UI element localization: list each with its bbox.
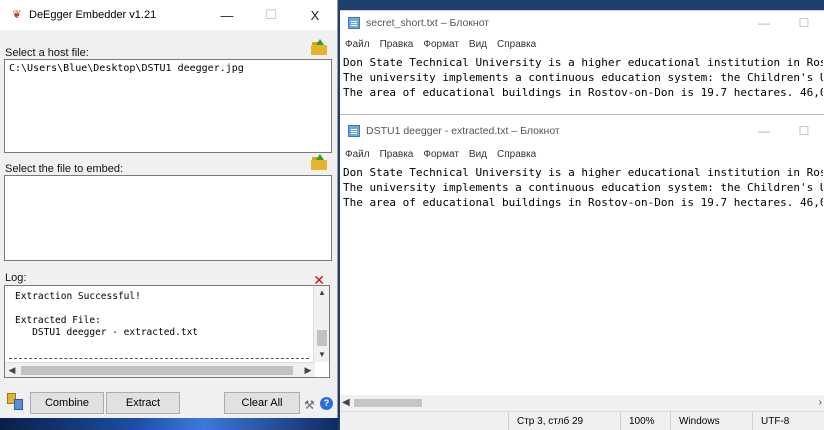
text-line: The area of educational buildings in Ros…: [343, 196, 823, 209]
scroll-up-icon[interactable]: ▲: [314, 286, 329, 300]
menu-edit[interactable]: Правка: [379, 149, 415, 160]
text-line: Don State Technical University is a high…: [343, 166, 823, 179]
open-folder-icon[interactable]: [311, 39, 327, 55]
log-label: Log:: [5, 272, 27, 284]
window-controls: — ☐ X: [205, 0, 337, 30]
scroll-thumb[interactable]: [21, 366, 293, 375]
menu-format[interactable]: Формат: [422, 149, 460, 160]
menu-file[interactable]: Файл: [344, 149, 371, 160]
menu-format[interactable]: Формат: [422, 39, 460, 50]
close-button[interactable]: X: [293, 0, 337, 30]
scroll-down-icon[interactable]: ▼: [314, 348, 329, 362]
notepad-titlebar: secret_short.txt – Блокнот — ☐: [340, 11, 824, 35]
menu-help[interactable]: Справка: [496, 149, 537, 160]
window-controls: — ☐: [744, 119, 824, 143]
host-file-field[interactable]: C:\Users\Blue\Desktop\DSTU1 deegger.jpg: [4, 59, 332, 153]
menu-help[interactable]: Справка: [496, 39, 537, 50]
menu-file[interactable]: Файл: [344, 39, 371, 50]
log-line: Extracted File:: [15, 315, 101, 326]
notepad-menubar: Файл Правка Формат Вид Справка: [344, 149, 537, 160]
text-line: The area of educational buildings in Ros…: [343, 86, 823, 99]
degger-window: ❦ DeEgger Embedder v1.21 — ☐ X Select a …: [0, 0, 338, 418]
settings-wrench-icon[interactable]: ⚒: [304, 398, 315, 412]
scroll-right-icon[interactable]: ▶: [301, 363, 315, 377]
maximize-button[interactable]: ☐: [784, 11, 824, 35]
combine-button[interactable]: Combine: [30, 392, 104, 414]
menu-edit[interactable]: Правка: [379, 39, 415, 50]
log-vertical-scrollbar[interactable]: ▲ ▼: [313, 286, 329, 362]
notepad-titlebar: DSTU1 deegger - extracted.txt – Блокнот …: [340, 119, 824, 143]
notepad-window-extracted: DSTU1 deegger - extracted.txt – Блокнот …: [340, 114, 824, 430]
scroll-left-icon[interactable]: ◀: [342, 395, 350, 411]
menu-view[interactable]: Вид: [468, 149, 488, 160]
notepad-horizontal-scrollbar[interactable]: ◀ ›: [340, 395, 824, 411]
log-horizontal-scrollbar[interactable]: ◀ ▶: [5, 362, 315, 377]
scroll-thumb[interactable]: [317, 330, 327, 346]
maximize-button[interactable]: ☐: [784, 119, 824, 143]
degger-titlebar: ❦ DeEgger Embedder v1.21 — ☐ X: [0, 0, 337, 30]
status-zoom: 100%: [620, 412, 670, 430]
text-line: The university implements a continuous e…: [343, 71, 823, 84]
app-icon: ❦: [12, 9, 22, 21]
notepad-text-area[interactable]: Don State Technical University is a high…: [343, 165, 823, 210]
status-line-endings: Windows (CRLF): [670, 412, 752, 430]
degger-title: DeEgger Embedder v1.21: [29, 9, 157, 21]
degger-bottom-bar: Combine Extract Clear All ⚒ ?: [0, 388, 338, 418]
scroll-right-icon[interactable]: ›: [819, 395, 822, 411]
notepad-status-bar: Стр 3, стлб 29 100% Windows (CRLF) UTF-8: [340, 411, 824, 430]
status-encoding: UTF-8: [752, 412, 824, 430]
notepad-title: DSTU1 deegger - extracted.txt – Блокнот: [366, 125, 560, 137]
status-cursor-position: Стр 3, стлб 29: [508, 412, 620, 430]
minimize-button[interactable]: —: [744, 119, 784, 143]
log-line: Extraction Successful!: [15, 291, 141, 302]
log-box[interactable]: Extraction Successful! Extracted File: D…: [4, 285, 330, 378]
notepad-icon: [348, 125, 360, 137]
minimize-button[interactable]: —: [744, 11, 784, 35]
log-divider: [9, 358, 309, 359]
embed-file-field[interactable]: [4, 175, 332, 261]
scroll-left-icon[interactable]: ◀: [5, 363, 19, 377]
text-line: Don State Technical University is a high…: [343, 56, 823, 69]
combine-files-icon: [7, 393, 25, 411]
notepad-text-area[interactable]: Don State Technical University is a high…: [343, 55, 823, 100]
maximize-button[interactable]: ☐: [249, 0, 293, 30]
notepad-menubar: Файл Правка Формат Вид Справка: [344, 39, 537, 50]
notepad-title: secret_short.txt – Блокнот: [366, 17, 490, 29]
embed-file-label: Select the file to embed:: [5, 163, 124, 175]
scroll-thumb[interactable]: [354, 399, 422, 407]
text-line: The university implements a continuous e…: [343, 181, 823, 194]
menu-view[interactable]: Вид: [468, 39, 488, 50]
minimize-button[interactable]: —: [205, 0, 249, 30]
desktop-background-strip: [0, 418, 338, 430]
notepad-icon: [348, 17, 360, 29]
window-controls: — ☐: [744, 11, 824, 35]
help-icon[interactable]: ?: [320, 397, 333, 410]
notepad-window-secret: secret_short.txt – Блокнот — ☐ Файл Прав…: [340, 10, 824, 114]
clear-all-button[interactable]: Clear All: [224, 392, 300, 414]
extract-button[interactable]: Extract: [106, 392, 180, 414]
open-folder-icon[interactable]: [311, 154, 327, 170]
log-line: DSTU1 deegger - extracted.txt: [15, 327, 199, 338]
host-file-label: Select a host file:: [5, 47, 89, 59]
